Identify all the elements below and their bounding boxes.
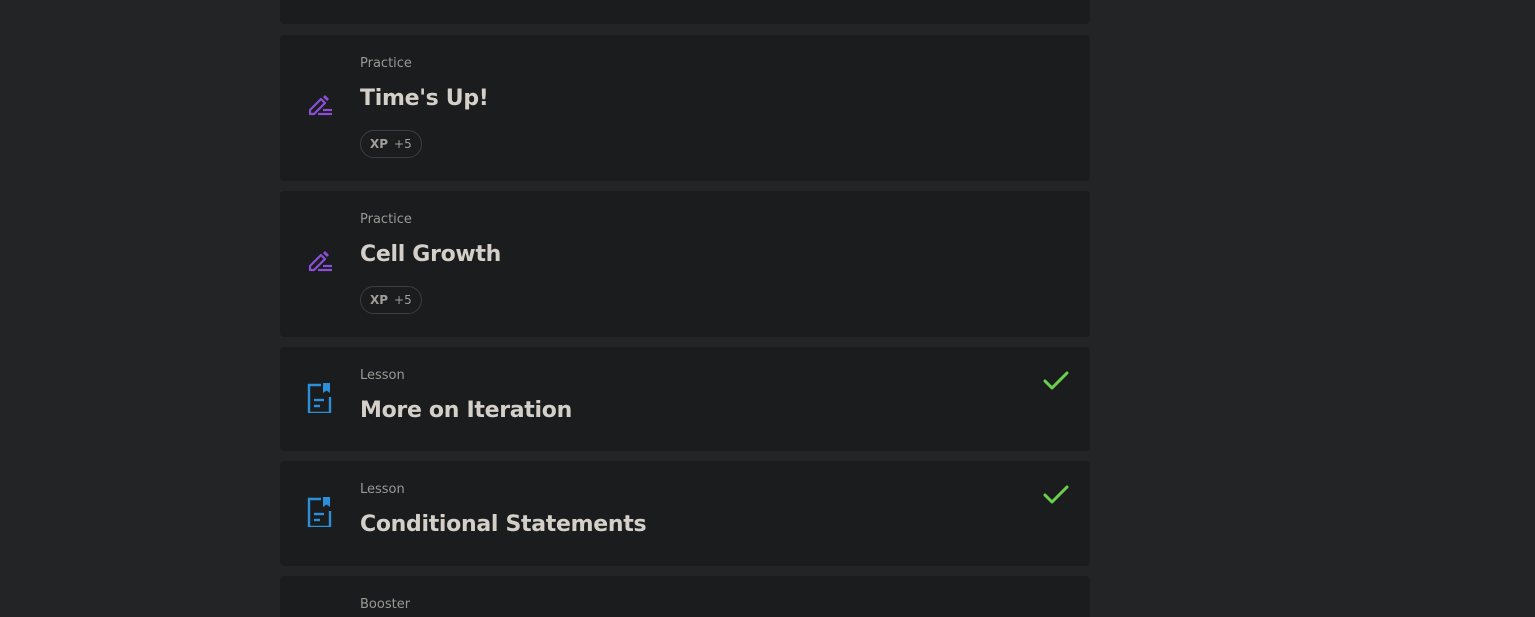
item-title: Time's Up! [360, 86, 489, 111]
course-item-card[interactable]: Lesson Conditional Statements [280, 461, 1090, 566]
course-item-card[interactable]: Practice Time's Up! XP +5 [280, 35, 1090, 181]
document-bookmark-icon [305, 497, 335, 529]
checkmark-icon [1042, 367, 1070, 395]
xp-label: XP [370, 137, 389, 151]
checkmark-icon [1042, 481, 1070, 509]
xp-badge: XP +5 [360, 286, 422, 314]
xp-badge: XP +5 [360, 130, 422, 158]
item-kind-label: Practice [360, 212, 412, 227]
xp-value: +5 [394, 137, 412, 151]
item-title: Cell Growth [360, 242, 502, 267]
item-kind-label: Booster [360, 597, 411, 612]
course-item-card[interactable] [280, 0, 1090, 24]
pencil-icon [305, 91, 335, 121]
course-item-card[interactable]: Booster [280, 576, 1090, 617]
document-bookmark-icon [305, 383, 335, 415]
item-kind-label: Lesson [360, 482, 405, 497]
xp-value: +5 [394, 293, 412, 307]
item-title: Conditional Statements [360, 512, 647, 537]
xp-label: XP [370, 293, 389, 307]
pencil-icon [305, 247, 335, 277]
course-item-card[interactable]: Lesson More on Iteration [280, 347, 1090, 451]
item-kind-label: Lesson [360, 368, 405, 383]
item-title: More on Iteration [360, 398, 572, 423]
course-item-card[interactable]: Practice Cell Growth XP +5 [280, 191, 1090, 337]
item-kind-label: Practice [360, 56, 412, 71]
